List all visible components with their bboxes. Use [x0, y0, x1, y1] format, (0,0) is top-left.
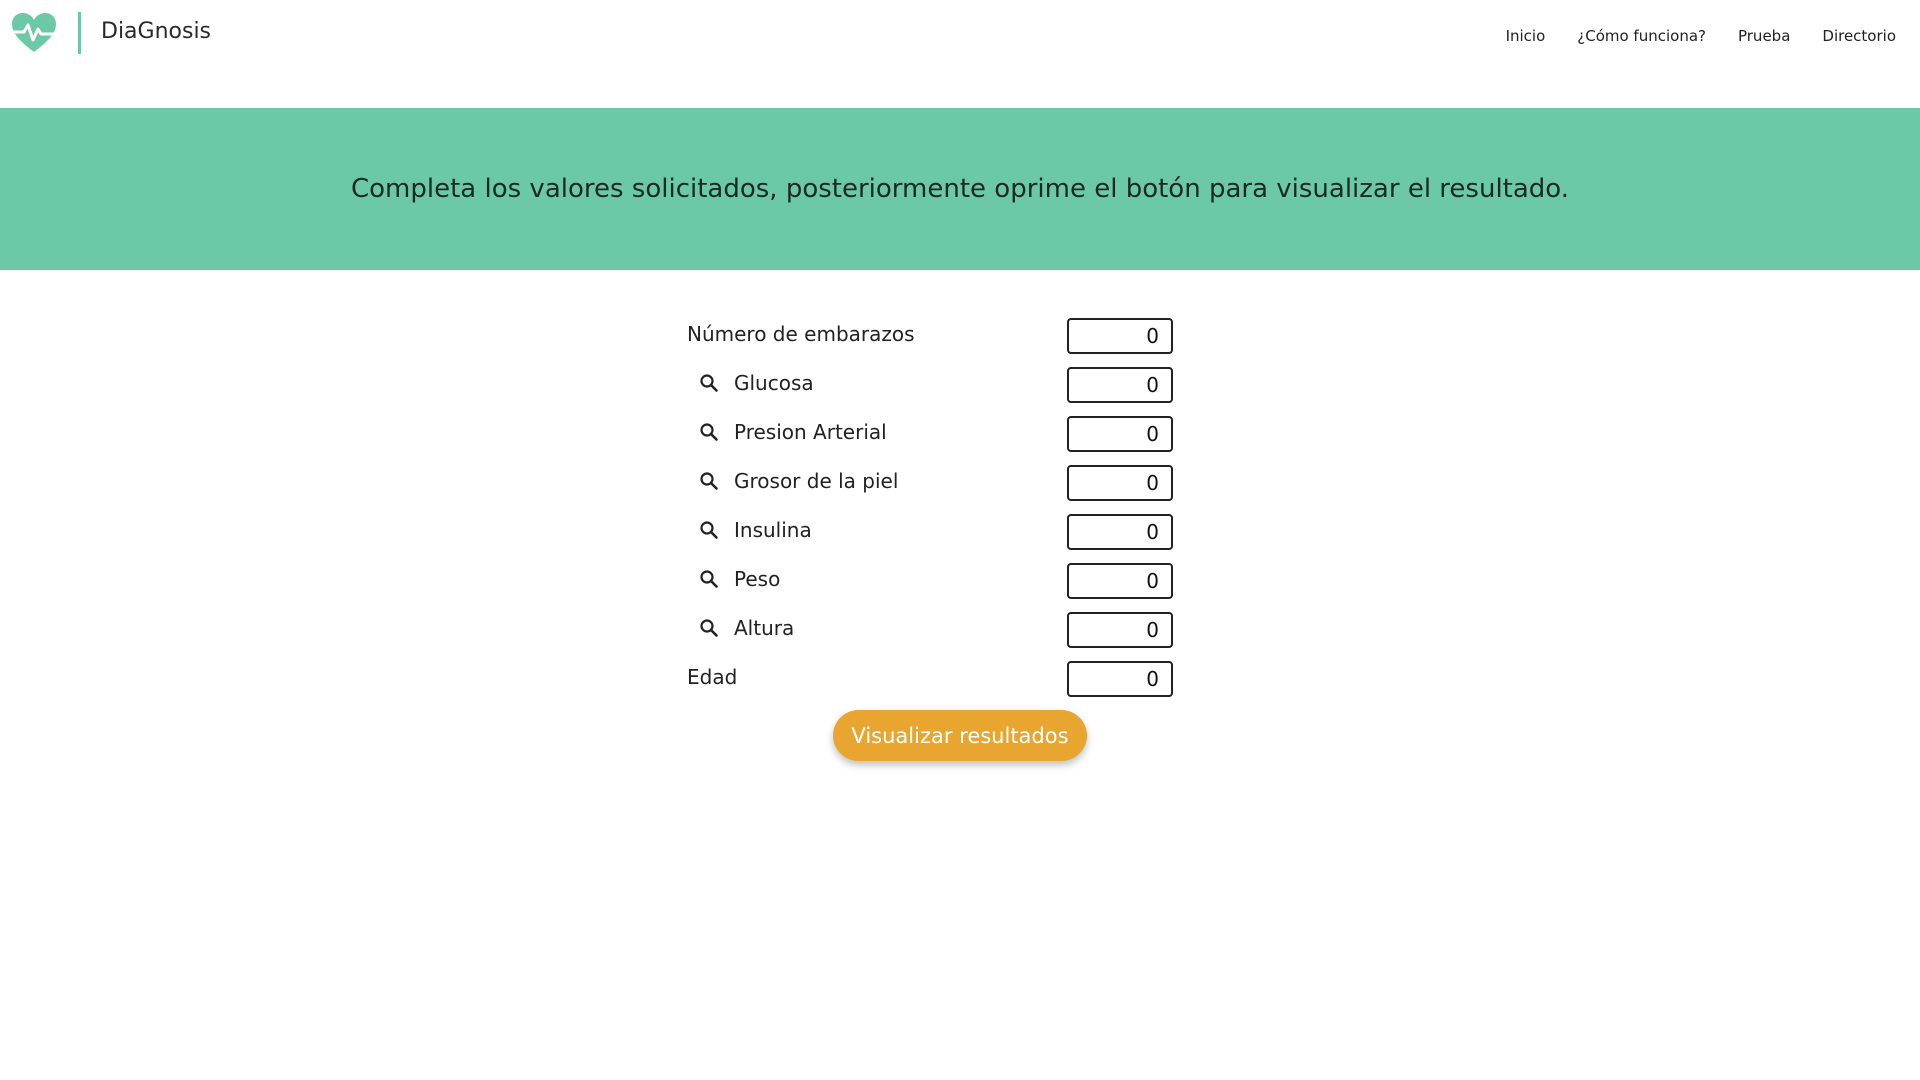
- form-row-altura: Altura: [687, 612, 1177, 661]
- grosor-piel-input[interactable]: [1067, 465, 1173, 501]
- presion-arterial-input[interactable]: [1067, 416, 1173, 452]
- search-icon[interactable]: [699, 471, 719, 491]
- field-label: Número de embarazos: [687, 322, 915, 346]
- field-label: Presion Arterial: [734, 420, 887, 444]
- form-row-insulina: Insulina: [687, 514, 1177, 563]
- embarazos-input[interactable]: [1067, 318, 1173, 354]
- peso-input[interactable]: [1067, 563, 1173, 599]
- edad-input[interactable]: [1067, 661, 1173, 697]
- diagnosis-form: Número de embarazos Glucosa Presion Arte…: [687, 318, 1177, 710]
- glucosa-input[interactable]: [1067, 367, 1173, 403]
- altura-input[interactable]: [1067, 612, 1173, 648]
- field-label: Grosor de la piel: [734, 469, 899, 493]
- form-row-edad: Edad: [687, 661, 1177, 710]
- field-label: Glucosa: [734, 371, 814, 395]
- site-header: DiaGnosis Inicio ¿Cómo funciona? Prueba …: [0, 0, 1920, 108]
- insulina-input[interactable]: [1067, 514, 1173, 550]
- field-label: Insulina: [734, 518, 812, 542]
- form-row-peso: Peso: [687, 563, 1177, 612]
- search-icon[interactable]: [699, 520, 719, 540]
- brand-name[interactable]: DiaGnosis: [101, 19, 211, 44]
- form-row-embarazos: Número de embarazos: [687, 318, 1177, 367]
- visualizar-resultados-button[interactable]: Visualizar resultados: [833, 710, 1087, 761]
- field-label: Edad: [687, 665, 738, 689]
- search-icon[interactable]: [699, 618, 719, 638]
- field-label: Peso: [734, 567, 781, 591]
- main-nav: Inicio ¿Cómo funciona? Prueba Directorio: [1506, 27, 1896, 45]
- field-label: Altura: [734, 616, 795, 640]
- nav-item-prueba[interactable]: Prueba: [1738, 27, 1790, 45]
- nav-item-inicio[interactable]: Inicio: [1506, 27, 1546, 45]
- heart-pulse-icon[interactable]: [11, 12, 57, 54]
- logo-divider: [78, 12, 81, 54]
- instruction-banner: Completa los valores solicitados, poster…: [0, 108, 1920, 270]
- form-row-grosor-piel: Grosor de la piel: [687, 465, 1177, 514]
- instruction-text: Completa los valores solicitados, poster…: [350, 174, 1570, 204]
- search-icon[interactable]: [699, 422, 719, 442]
- form-row-glucosa: Glucosa: [687, 367, 1177, 416]
- nav-item-como-funciona[interactable]: ¿Cómo funciona?: [1577, 27, 1706, 45]
- nav-item-directorio[interactable]: Directorio: [1822, 27, 1896, 45]
- search-icon[interactable]: [699, 569, 719, 589]
- form-row-presion-arterial: Presion Arterial: [687, 416, 1177, 465]
- search-icon[interactable]: [699, 373, 719, 393]
